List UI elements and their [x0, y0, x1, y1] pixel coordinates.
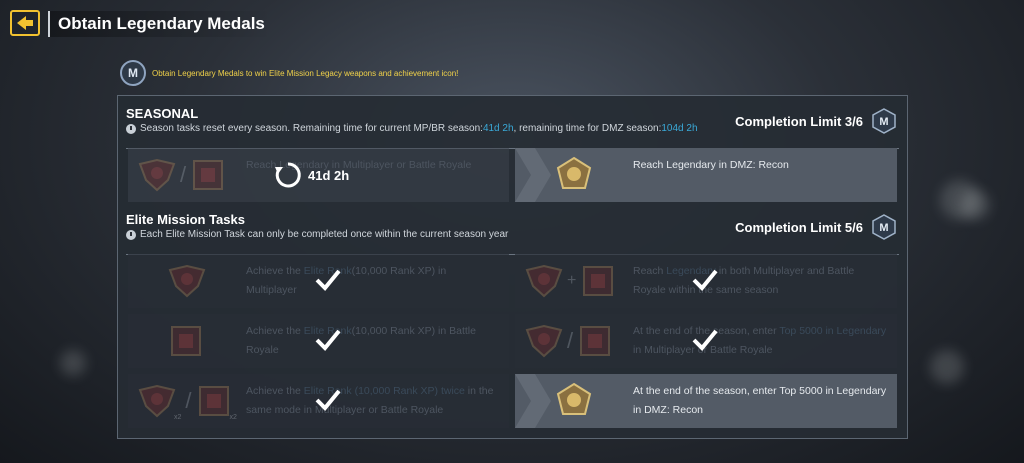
checkmark-icon [692, 269, 718, 291]
medal-m-icon: M [872, 214, 896, 240]
medal-group: x2 / x2 [138, 381, 237, 421]
elite-completion-limit: Completion Limit 5/6 [735, 220, 863, 235]
task-text: At the end of the season, enter Top 5000… [633, 385, 887, 416]
elite-header: Elite Mission Tasks Each Elite Mission T… [126, 212, 899, 255]
seasonal-header: SEASONAL Season tasks reset every season… [126, 106, 899, 149]
clock-icon [126, 123, 136, 134]
elite-task-legendary-both[interactable]: + Reach Legendary in both Multiplayer an… [515, 254, 897, 308]
bokeh-light [60, 350, 86, 376]
back-button[interactable] [10, 10, 40, 36]
checkmark-icon [315, 389, 341, 411]
red-medal-icon [138, 384, 176, 418]
medal-m-icon: M [120, 60, 146, 86]
gold-medal-icon [556, 156, 592, 189]
task-text: Reach Legendary in DMZ: Recon [633, 159, 789, 171]
elite-task-top5000-dmz[interactable]: At the end of the season, enter Top 5000… [515, 374, 897, 428]
task-text: At the end of the season, enter Top 5000… [633, 325, 887, 356]
medal-group [555, 155, 593, 195]
svg-text:M: M [879, 222, 888, 234]
red-crest-icon [580, 326, 611, 356]
red-medal-icon [168, 264, 206, 298]
or-separator: / [185, 388, 192, 413]
seasonal-task-mp-br[interactable]: / Reach Legendary in Multiplayer or Batt… [128, 148, 509, 202]
gold-medal-icon [556, 382, 592, 415]
or-separator: / [567, 328, 574, 353]
elite-note-text: Each Elite Mission Task can only be comp… [140, 229, 509, 240]
medal-group [555, 381, 593, 421]
plus-separator: + [567, 272, 577, 289]
seasonal-note-text: , remaining time for DMZ season: [513, 123, 662, 134]
red-crest-icon [171, 326, 201, 356]
elite-task-elite-rank-mp[interactable]: Achieve the Elite Rank(10,000 Rank XP) i… [128, 254, 509, 308]
task-text: Reach Legendary in both Multiplayer and … [633, 265, 855, 296]
dmz-remaining-time: 104d 2h [661, 123, 698, 134]
task-timer: 41d 2h [274, 161, 349, 189]
seasonal-note: Season tasks reset every season. Remaini… [126, 123, 698, 134]
checkmark-icon [315, 329, 341, 351]
medal-group: + [525, 261, 616, 301]
red-crest-icon [583, 266, 614, 296]
top-bar: Obtain Legendary Medals [0, 0, 1024, 42]
checkmark-icon [315, 269, 341, 291]
medal-group [168, 261, 206, 301]
red-medal-icon [525, 264, 563, 298]
red-medal-icon [525, 324, 563, 358]
red-crest-icon [198, 386, 229, 416]
red-medal-icon [138, 158, 176, 192]
elite-title: Elite Mission Tasks [126, 212, 245, 227]
page-title: Obtain Legendary Medals [48, 11, 273, 37]
seasonal-title: SEASONAL [126, 106, 199, 121]
mpbr-remaining-time: 41d 2h [482, 123, 514, 134]
elite-task-elite-rank-br[interactable]: Achieve the Elite Rank(10,000 Rank XP) i… [128, 314, 509, 368]
svg-text:M: M [879, 116, 888, 128]
or-separator: / [180, 162, 187, 187]
back-arrow-icon [17, 16, 33, 30]
medal-group: / [525, 321, 613, 361]
chevron-decoration-icon [515, 148, 551, 202]
medal-m-icon: M [872, 108, 896, 134]
timer-text: 41d 2h [308, 167, 350, 183]
seasonal-note-text: Season tasks reset every season. Remaini… [140, 123, 483, 134]
chevron-decoration-icon [515, 374, 551, 428]
count-x2: x2 [174, 414, 182, 421]
clock-icon [126, 229, 136, 240]
task-text: Achieve the Elite Rank(10,000 Rank XP) i… [246, 325, 476, 356]
count-x2: x2 [229, 414, 237, 421]
task-text: Achieve the Elite Rank(10,000 Rank XP) i… [246, 265, 447, 296]
medal-group: / [138, 155, 226, 195]
seasonal-task-dmz[interactable]: Reach Legendary in DMZ: Recon [515, 148, 897, 202]
bokeh-light [930, 350, 964, 384]
elite-task-elite-rank-twice[interactable]: x2 / x2 Achieve the Elite Rank (10,000 R… [128, 374, 509, 428]
checkmark-icon [692, 329, 718, 351]
refresh-timer-icon [275, 162, 301, 188]
bokeh-light [960, 190, 990, 220]
seasonal-completion-limit: Completion Limit 3/6 [735, 114, 863, 129]
elite-note: Each Elite Mission Task can only be comp… [126, 229, 508, 240]
info-banner: M Obtain Legendary Medals to win Elite M… [120, 60, 458, 86]
elite-task-top5000-mp-br[interactable]: / At the end of the season, enter Top 50… [515, 314, 897, 368]
red-crest-icon [193, 160, 224, 190]
task-text: Achieve the Elite Rank (10,000 Rank XP) … [246, 385, 494, 416]
medal-group [168, 321, 204, 361]
medals-panel: SEASONAL Season tasks reset every season… [117, 95, 908, 439]
info-text: Obtain Legendary Medals to win Elite Mis… [152, 68, 459, 78]
